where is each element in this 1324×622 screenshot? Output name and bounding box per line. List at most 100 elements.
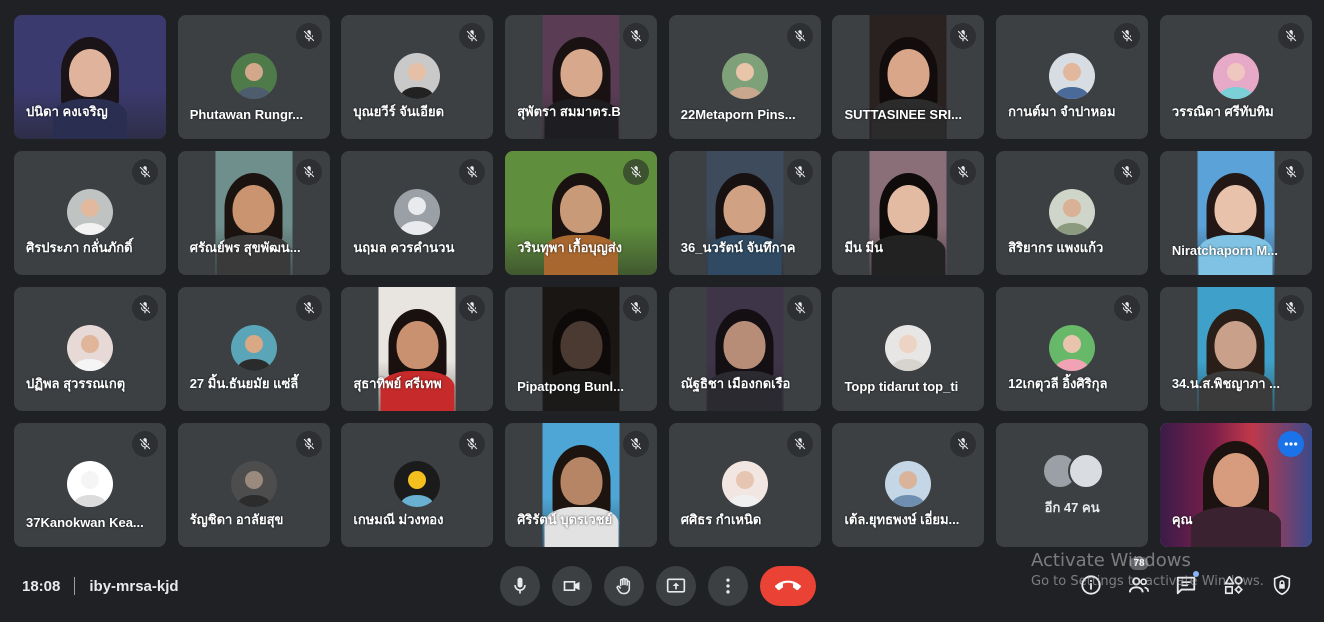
- participant-name: 36_นวรัตน์ จันทึกาค: [680, 240, 796, 255]
- self-name: คุณ: [1171, 512, 1193, 527]
- participant-tile[interactable]: มีน มีน: [832, 151, 985, 275]
- mic-off-icon: [1277, 295, 1304, 321]
- participant-name: ปนิดา คงเจริญ: [26, 104, 108, 119]
- self-tile[interactable]: คุณ: [1159, 423, 1312, 547]
- participant-tile[interactable]: 27 มิ้น.ธันยมัย แซ่ลี้: [177, 287, 330, 411]
- others-count-label: อีก 47 คน: [1044, 500, 1100, 515]
- mic-off-icon: [295, 295, 322, 321]
- host-controls-button[interactable]: [1267, 570, 1297, 600]
- participant-name: บุณยวีร์ จันเอียด: [353, 104, 445, 119]
- participant-tile[interactable]: สุธาทิพย์ ศรีเทพ: [341, 287, 494, 411]
- mic-off-icon: [1277, 159, 1304, 185]
- participant-tile[interactable]: Topp tidarut top_ti: [832, 287, 985, 411]
- mic-off-icon: [786, 23, 813, 49]
- avatar: [721, 53, 768, 99]
- participant-tile[interactable]: 34.น.ส.พิชญาภา ...: [1159, 287, 1312, 411]
- avatar: [1212, 53, 1259, 99]
- participant-name: เกษมณี ม่วงทอง: [353, 512, 444, 527]
- participant-tile[interactable]: สิริยากร แพงแก้ว: [996, 151, 1149, 275]
- mic-off-icon: [623, 431, 650, 457]
- default-avatar-icon: [394, 189, 441, 235]
- meeting-time: 18:08: [22, 577, 61, 595]
- participant-name: รัญชิดา อาลัยสุข: [189, 512, 284, 527]
- participant-name: 27 มิ้น.ธันยมัย แซ่ลี้: [189, 376, 299, 391]
- watermark-subtitle: Go to Settings to activate Windows.: [1031, 574, 1264, 589]
- participant-tile[interactable]: ณัฐธิชา เมืองกดเรือ: [668, 287, 821, 411]
- mic-off-icon: [786, 431, 813, 457]
- participant-tile[interactable]: ศรัณย์พร สุขพัฒน...: [177, 151, 330, 275]
- participant-tile[interactable]: ปนิดา คงเจริญ: [14, 15, 166, 139]
- participant-tile[interactable]: 36_นวรัตน์ จันทึกาค: [668, 151, 821, 275]
- mic-off-icon: [623, 159, 650, 185]
- meeting-code[interactable]: iby-mrsa-kjd: [89, 578, 178, 595]
- participant-tile[interactable]: SUTTASINEE SRI...: [832, 15, 985, 139]
- camera-button[interactable]: [552, 566, 592, 606]
- avatar: [230, 53, 277, 99]
- avatar: [885, 461, 932, 507]
- participant-tile[interactable]: เต้ล.ยุทธพงษ์ เอี่ยม...: [832, 423, 985, 547]
- avatar: [394, 461, 441, 507]
- other-participants-tile[interactable]: อีก 47 คน: [996, 423, 1149, 547]
- participant-name: ศิรประภา กลั่นภักดิ์: [26, 240, 133, 255]
- avatar: [230, 325, 277, 371]
- participant-tile[interactable]: วรรณิดา ศรีทับทิม: [1159, 15, 1312, 139]
- participant-name: สุธาทิพย์ ศรีเทพ: [353, 376, 442, 391]
- participant-tile[interactable]: 22Metaporn Pins...: [668, 15, 821, 139]
- avatar: [67, 461, 113, 507]
- avatar: [67, 189, 113, 235]
- participant-name: 34.น.ส.พิชญาภา ...: [1171, 376, 1281, 391]
- hand-icon: [616, 577, 631, 595]
- mic-off-icon: [950, 159, 977, 185]
- mic-off-icon: [1114, 23, 1141, 49]
- participant-tile[interactable]: ศิริรัตน์ บุตรเวชย์: [505, 423, 658, 547]
- mic-off-icon: [950, 23, 977, 49]
- participant-tile[interactable]: กานต์มา จำปาหอม: [996, 15, 1149, 139]
- participant-tile[interactable]: วรินทุพา เกื้อบุญส่ง: [505, 151, 658, 275]
- more-horiz-icon: [1284, 442, 1298, 446]
- self-more-options-button[interactable]: [1277, 431, 1304, 457]
- present-screen-icon: [666, 578, 686, 593]
- participant-tile[interactable]: 37Kanokwan Kea...: [14, 423, 166, 547]
- participant-name: ปฏิพล สุวรรณเกตุ: [26, 376, 126, 391]
- microphone-icon: [514, 577, 526, 594]
- participant-name: ศศิธร กำเหนิด: [680, 512, 762, 527]
- participant-tile[interactable]: Pipatpong Bunl...: [505, 287, 658, 411]
- participant-tile[interactable]: 12เกตุวลี อิ้งศิริกุล: [996, 287, 1149, 411]
- activate-windows-watermark: Activate Windows Go to Settings to activ…: [1031, 550, 1264, 589]
- mic-off-icon: [295, 23, 322, 49]
- avatar: [67, 325, 113, 371]
- mic-off-icon: [623, 295, 650, 321]
- avatar: [721, 461, 768, 507]
- mic-off-icon: [295, 159, 322, 185]
- microphone-button[interactable]: [500, 566, 540, 606]
- participant-tile[interactable]: สุพัตรา สมมาตร.B: [505, 15, 658, 139]
- more-options-button[interactable]: [708, 566, 748, 606]
- participant-name: วรินทุพา เกื้อบุญส่ง: [517, 240, 623, 255]
- participant-tile[interactable]: Phutawan Rungr...: [177, 15, 330, 139]
- participant-name: นฤมล ควรคำนวน: [353, 240, 455, 255]
- participant-name: Topp tidarut top_ti: [844, 379, 959, 394]
- participant-name: ณัฐธิชา เมืองกดเรือ: [680, 376, 791, 391]
- participant-name: ศรัณย์พร สุขพัฒน...: [189, 240, 301, 255]
- participant-tile[interactable]: รัญชิดา อาลัยสุข: [177, 423, 330, 547]
- mic-off-icon: [459, 23, 486, 49]
- raise-hand-button[interactable]: [604, 566, 644, 606]
- mic-off-icon: [132, 295, 158, 321]
- participant-tile[interactable]: ปฏิพล สุวรรณเกตุ: [14, 287, 166, 411]
- participant-tile[interactable]: บุณยวีร์ จันเอียด: [341, 15, 494, 139]
- watermark-title: Activate Windows: [1031, 550, 1191, 571]
- video-camera-icon: [563, 581, 580, 591]
- participant-tile[interactable]: ศศิธร กำเหนิด: [668, 423, 821, 547]
- participant-tile[interactable]: นฤมล ควรคำนวน: [341, 151, 494, 275]
- present-screen-button[interactable]: [656, 566, 696, 606]
- participant-tile[interactable]: ศิรประภา กลั่นภักดิ์: [14, 151, 166, 275]
- avatar: [230, 461, 277, 507]
- participant-tile[interactable]: เกษมณี ม่วงทอง: [341, 423, 494, 547]
- meeting-info: 18:08 iby-mrsa-kjd: [22, 577, 179, 595]
- divider: [74, 577, 76, 595]
- leave-call-button[interactable]: [760, 566, 816, 606]
- participant-name: SUTTASINEE SRI...: [844, 107, 962, 122]
- participant-tile[interactable]: Niratchaporn M...: [1159, 151, 1312, 275]
- mic-off-icon: [459, 295, 486, 321]
- avatar: [1049, 325, 1096, 371]
